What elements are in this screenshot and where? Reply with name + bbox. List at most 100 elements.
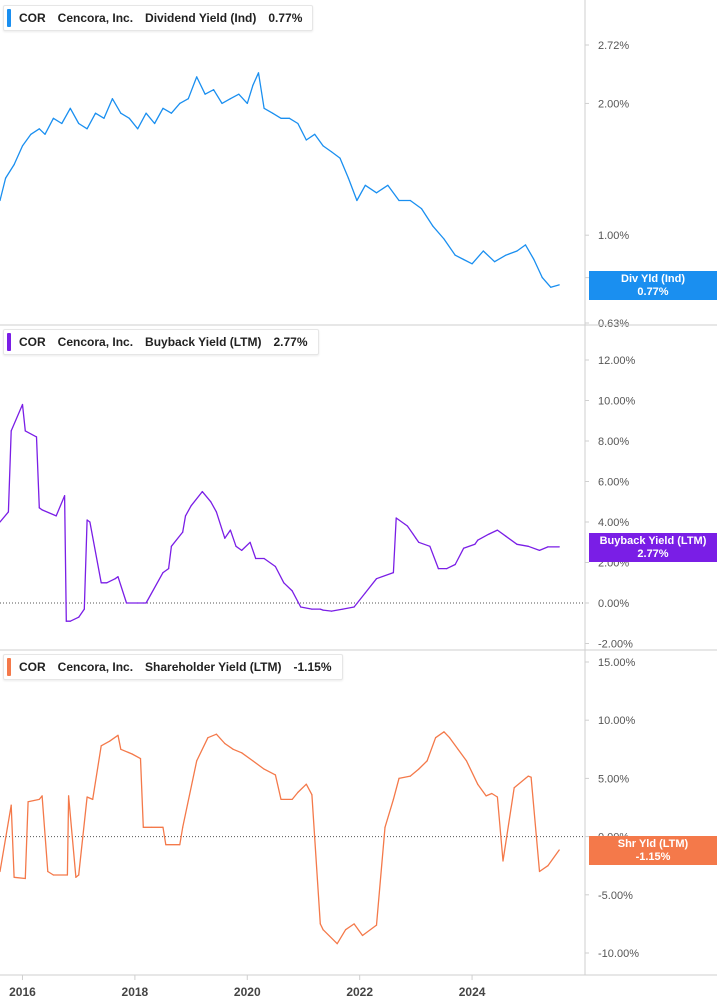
data-point <box>246 102 248 104</box>
data-point <box>179 102 181 104</box>
data-point <box>145 112 147 114</box>
y-tick-label: -10.00% <box>598 948 639 960</box>
series-color-swatch <box>7 333 11 351</box>
y-tick-label: 15.00% <box>598 657 636 669</box>
data-point <box>154 122 156 125</box>
data-point <box>471 263 473 265</box>
data-point <box>513 787 515 789</box>
legend-ticker: COR <box>19 335 46 349</box>
data-point <box>280 117 282 119</box>
data-point <box>488 533 490 535</box>
data-point <box>291 798 293 801</box>
data-point <box>494 261 496 263</box>
data-point <box>13 876 15 878</box>
data-point <box>454 254 456 256</box>
data-point <box>30 133 32 135</box>
data-point <box>111 98 113 100</box>
flag-label: Shr Yld (LTM) <box>617 837 689 850</box>
data-point <box>392 572 394 574</box>
data-point <box>78 874 80 876</box>
data-point <box>356 199 358 202</box>
data-point <box>538 870 541 873</box>
data-point <box>35 436 38 438</box>
data-point <box>342 608 344 610</box>
data-point <box>443 731 445 733</box>
x-tick-label: 2022 <box>346 985 373 999</box>
x-tick-label: 2018 <box>122 985 149 999</box>
data-point <box>392 798 394 801</box>
data-point <box>496 529 498 531</box>
data-point <box>415 537 417 539</box>
legend-dividend-yield: COR Cencora, Inc. Dividend Yield (Ind) 0… <box>3 5 314 31</box>
data-point <box>55 515 57 517</box>
data-point <box>387 184 389 186</box>
data-point <box>257 72 260 74</box>
data-point <box>263 107 265 109</box>
legend-company: Cencora, Inc. <box>57 11 134 25</box>
data-point <box>224 537 226 539</box>
data-point <box>168 568 170 570</box>
legend-company: Cencora, Inc. <box>57 660 134 674</box>
data-point <box>331 610 333 612</box>
data-point <box>516 543 518 545</box>
data-point <box>65 620 67 622</box>
series-color-swatch <box>7 658 11 676</box>
data-point <box>235 545 237 547</box>
data-point <box>263 768 265 770</box>
data-point <box>69 620 71 622</box>
data-point <box>184 515 187 517</box>
data-point <box>232 748 234 750</box>
data-point <box>547 865 549 867</box>
y-tick-label: 0.00% <box>598 598 629 610</box>
data-point <box>162 107 164 109</box>
data-point <box>418 768 420 770</box>
data-point <box>300 606 302 608</box>
data-point <box>446 568 448 570</box>
data-point <box>426 760 428 762</box>
data-point <box>558 284 560 286</box>
legend-metric: Buyback Yield (LTM) <box>145 335 262 349</box>
data-point <box>375 578 378 580</box>
data-point <box>491 792 493 795</box>
data-point <box>66 874 68 876</box>
y-tick-label: 2.00% <box>598 98 629 110</box>
data-point <box>496 796 498 798</box>
legend-metric: Shareholder Yield (LTM) <box>145 660 282 674</box>
data-point <box>345 929 347 931</box>
data-point <box>5 177 7 179</box>
data-point <box>44 133 46 135</box>
data-point <box>409 199 411 202</box>
legend-value: 2.77% <box>273 335 308 349</box>
data-point <box>384 826 386 828</box>
data-point <box>75 876 77 878</box>
data-point <box>406 525 408 527</box>
data-point <box>182 531 184 533</box>
x-axis: 2016 2018 2020 2022 2024 <box>0 974 717 999</box>
last-value-flag-dividend: Div Yld (Ind) 0.77% <box>589 271 717 300</box>
data-point <box>409 775 411 777</box>
legend-metric: Dividend Yield (Ind) <box>145 11 257 25</box>
data-point <box>272 112 274 114</box>
panel-shareholder-yield: 15.00%10.00%5.00%0.00%-5.00%-10.00% <box>0 649 717 975</box>
y-tick-label: 5.00% <box>598 773 629 785</box>
y-tick-label: 10.00% <box>598 396 636 408</box>
x-tick-label: 2020 <box>234 985 261 999</box>
x-tick-label: 2024 <box>459 985 486 999</box>
data-point <box>322 609 324 611</box>
data-point <box>106 582 108 584</box>
data-point <box>477 539 479 541</box>
data-point <box>10 430 12 432</box>
data-point <box>297 791 299 794</box>
data-point <box>482 250 484 252</box>
data-point <box>558 546 560 548</box>
data-point <box>94 112 97 114</box>
y-tick-label: 10.00% <box>598 715 636 727</box>
data-point <box>204 93 206 95</box>
data-point <box>109 740 111 742</box>
data-point <box>224 742 226 745</box>
data-point <box>165 844 167 846</box>
data-point <box>398 777 400 780</box>
data-point <box>533 258 535 261</box>
y-tick-label: 1.00% <box>598 230 629 242</box>
data-point <box>502 860 504 862</box>
